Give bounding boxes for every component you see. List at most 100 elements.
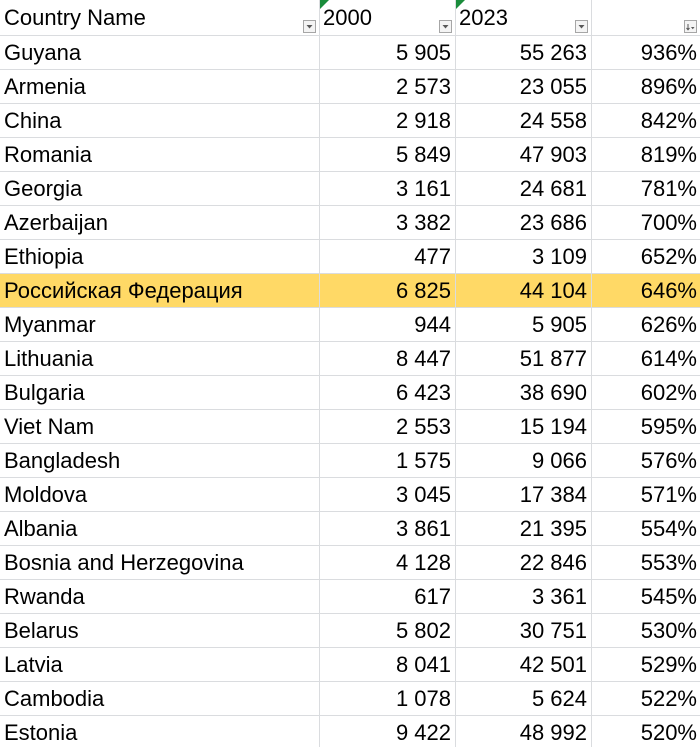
- value-2023-cell[interactable]: 21 395: [456, 512, 592, 546]
- value-2000-cell[interactable]: 2 918: [320, 104, 456, 138]
- value-2023-cell[interactable]: 51 877: [456, 342, 592, 376]
- country-name-cell[interactable]: Российская Федерация: [0, 274, 320, 308]
- value-2023-cell[interactable]: 24 558: [456, 104, 592, 138]
- value-2023-cell[interactable]: 3 109: [456, 240, 592, 274]
- value-2000-cell[interactable]: 3 861: [320, 512, 456, 546]
- growth-percent-cell[interactable]: 522%: [592, 682, 700, 716]
- value-2023-cell[interactable]: 47 903: [456, 138, 592, 172]
- country-name-cell[interactable]: Romania: [0, 138, 320, 172]
- value-2023-cell[interactable]: 44 104: [456, 274, 592, 308]
- value-2000-cell[interactable]: 3 382: [320, 206, 456, 240]
- table-row[interactable]: Moldova 3 045 17 384 571%: [0, 478, 700, 512]
- value-2000-cell[interactable]: 6 423: [320, 376, 456, 410]
- value-2000-cell[interactable]: 944: [320, 308, 456, 342]
- value-2000-cell[interactable]: 3 161: [320, 172, 456, 206]
- country-name-cell[interactable]: Albania: [0, 512, 320, 546]
- table-row[interactable]: Bulgaria 6 423 38 690 602%: [0, 376, 700, 410]
- table-row[interactable]: Lithuania 8 447 51 877 614%: [0, 342, 700, 376]
- table-row[interactable]: Romania 5 849 47 903 819%: [0, 138, 700, 172]
- value-2000-cell[interactable]: 617: [320, 580, 456, 614]
- filter-dropdown-icon[interactable]: [575, 20, 588, 33]
- country-name-cell[interactable]: Bulgaria: [0, 376, 320, 410]
- table-row[interactable]: Belarus 5 802 30 751 530%: [0, 614, 700, 648]
- sort-descending-filter-icon[interactable]: [684, 20, 697, 33]
- value-2023-cell[interactable]: 3 361: [456, 580, 592, 614]
- value-2023-cell[interactable]: 48 992: [456, 716, 592, 747]
- value-2023-cell[interactable]: 5 624: [456, 682, 592, 716]
- header-cell-2000[interactable]: 2000: [320, 0, 456, 36]
- value-2000-cell[interactable]: 2 553: [320, 410, 456, 444]
- header-cell-percent[interactable]: [592, 0, 700, 36]
- table-row[interactable]: Viet Nam 2 553 15 194 595%: [0, 410, 700, 444]
- value-2023-cell[interactable]: 5 905: [456, 308, 592, 342]
- growth-percent-cell[interactable]: 571%: [592, 478, 700, 512]
- value-2000-cell[interactable]: 477: [320, 240, 456, 274]
- value-2000-cell[interactable]: 5 849: [320, 138, 456, 172]
- growth-percent-cell[interactable]: 554%: [592, 512, 700, 546]
- growth-percent-cell[interactable]: 646%: [592, 274, 700, 308]
- value-2023-cell[interactable]: 24 681: [456, 172, 592, 206]
- value-2000-cell[interactable]: 1 078: [320, 682, 456, 716]
- country-name-cell[interactable]: Armenia: [0, 70, 320, 104]
- table-row[interactable]: Российская Федерация 6 825 44 104 646%: [0, 274, 700, 308]
- country-name-cell[interactable]: Georgia: [0, 172, 320, 206]
- value-2000-cell[interactable]: 8 041: [320, 648, 456, 682]
- table-row[interactable]: China 2 918 24 558 842%: [0, 104, 700, 138]
- growth-percent-cell[interactable]: 652%: [592, 240, 700, 274]
- country-name-cell[interactable]: China: [0, 104, 320, 138]
- growth-percent-cell[interactable]: 842%: [592, 104, 700, 138]
- value-2023-cell[interactable]: 15 194: [456, 410, 592, 444]
- growth-percent-cell[interactable]: 896%: [592, 70, 700, 104]
- country-name-cell[interactable]: Bangladesh: [0, 444, 320, 478]
- value-2000-cell[interactable]: 5 905: [320, 36, 456, 70]
- header-cell-country-name[interactable]: Country Name: [0, 0, 320, 36]
- table-row[interactable]: Armenia 2 573 23 055 896%: [0, 70, 700, 104]
- value-2000-cell[interactable]: 3 045: [320, 478, 456, 512]
- country-name-cell[interactable]: Guyana: [0, 36, 320, 70]
- table-row[interactable]: Myanmar 944 5 905 626%: [0, 308, 700, 342]
- table-row[interactable]: Estonia 9 422 48 992 520%: [0, 716, 700, 747]
- growth-percent-cell[interactable]: 781%: [592, 172, 700, 206]
- value-2023-cell[interactable]: 9 066: [456, 444, 592, 478]
- table-row[interactable]: Cambodia 1 078 5 624 522%: [0, 682, 700, 716]
- value-2000-cell[interactable]: 1 575: [320, 444, 456, 478]
- growth-percent-cell[interactable]: 553%: [592, 546, 700, 580]
- table-row[interactable]: Guyana 5 905 55 263 936%: [0, 36, 700, 70]
- growth-percent-cell[interactable]: 700%: [592, 206, 700, 240]
- value-2000-cell[interactable]: 2 573: [320, 70, 456, 104]
- country-name-cell[interactable]: Cambodia: [0, 682, 320, 716]
- growth-percent-cell[interactable]: 819%: [592, 138, 700, 172]
- value-2000-cell[interactable]: 4 128: [320, 546, 456, 580]
- value-2023-cell[interactable]: 23 055: [456, 70, 592, 104]
- table-row[interactable]: Ethiopia 477 3 109 652%: [0, 240, 700, 274]
- country-name-cell[interactable]: Ethiopia: [0, 240, 320, 274]
- table-row[interactable]: Albania 3 861 21 395 554%: [0, 512, 700, 546]
- table-row[interactable]: Bangladesh 1 575 9 066 576%: [0, 444, 700, 478]
- growth-percent-cell[interactable]: 520%: [592, 716, 700, 747]
- country-name-cell[interactable]: Belarus: [0, 614, 320, 648]
- table-row[interactable]: Bosnia and Herzegovina 4 128 22 846 553%: [0, 546, 700, 580]
- growth-percent-cell[interactable]: 602%: [592, 376, 700, 410]
- growth-percent-cell[interactable]: 576%: [592, 444, 700, 478]
- value-2000-cell[interactable]: 5 802: [320, 614, 456, 648]
- growth-percent-cell[interactable]: 530%: [592, 614, 700, 648]
- growth-percent-cell[interactable]: 595%: [592, 410, 700, 444]
- value-2023-cell[interactable]: 55 263: [456, 36, 592, 70]
- value-2023-cell[interactable]: 30 751: [456, 614, 592, 648]
- value-2023-cell[interactable]: 17 384: [456, 478, 592, 512]
- country-name-cell[interactable]: Myanmar: [0, 308, 320, 342]
- country-name-cell[interactable]: Latvia: [0, 648, 320, 682]
- country-name-cell[interactable]: Lithuania: [0, 342, 320, 376]
- header-cell-2023[interactable]: 2023: [456, 0, 592, 36]
- growth-percent-cell[interactable]: 529%: [592, 648, 700, 682]
- value-2023-cell[interactable]: 22 846: [456, 546, 592, 580]
- growth-percent-cell[interactable]: 626%: [592, 308, 700, 342]
- country-name-cell[interactable]: Estonia: [0, 716, 320, 747]
- country-name-cell[interactable]: Moldova: [0, 478, 320, 512]
- value-2000-cell[interactable]: 8 447: [320, 342, 456, 376]
- country-name-cell[interactable]: Viet Nam: [0, 410, 320, 444]
- country-name-cell[interactable]: Bosnia and Herzegovina: [0, 546, 320, 580]
- value-2023-cell[interactable]: 38 690: [456, 376, 592, 410]
- value-2000-cell[interactable]: 9 422: [320, 716, 456, 747]
- table-row[interactable]: Latvia 8 041 42 501 529%: [0, 648, 700, 682]
